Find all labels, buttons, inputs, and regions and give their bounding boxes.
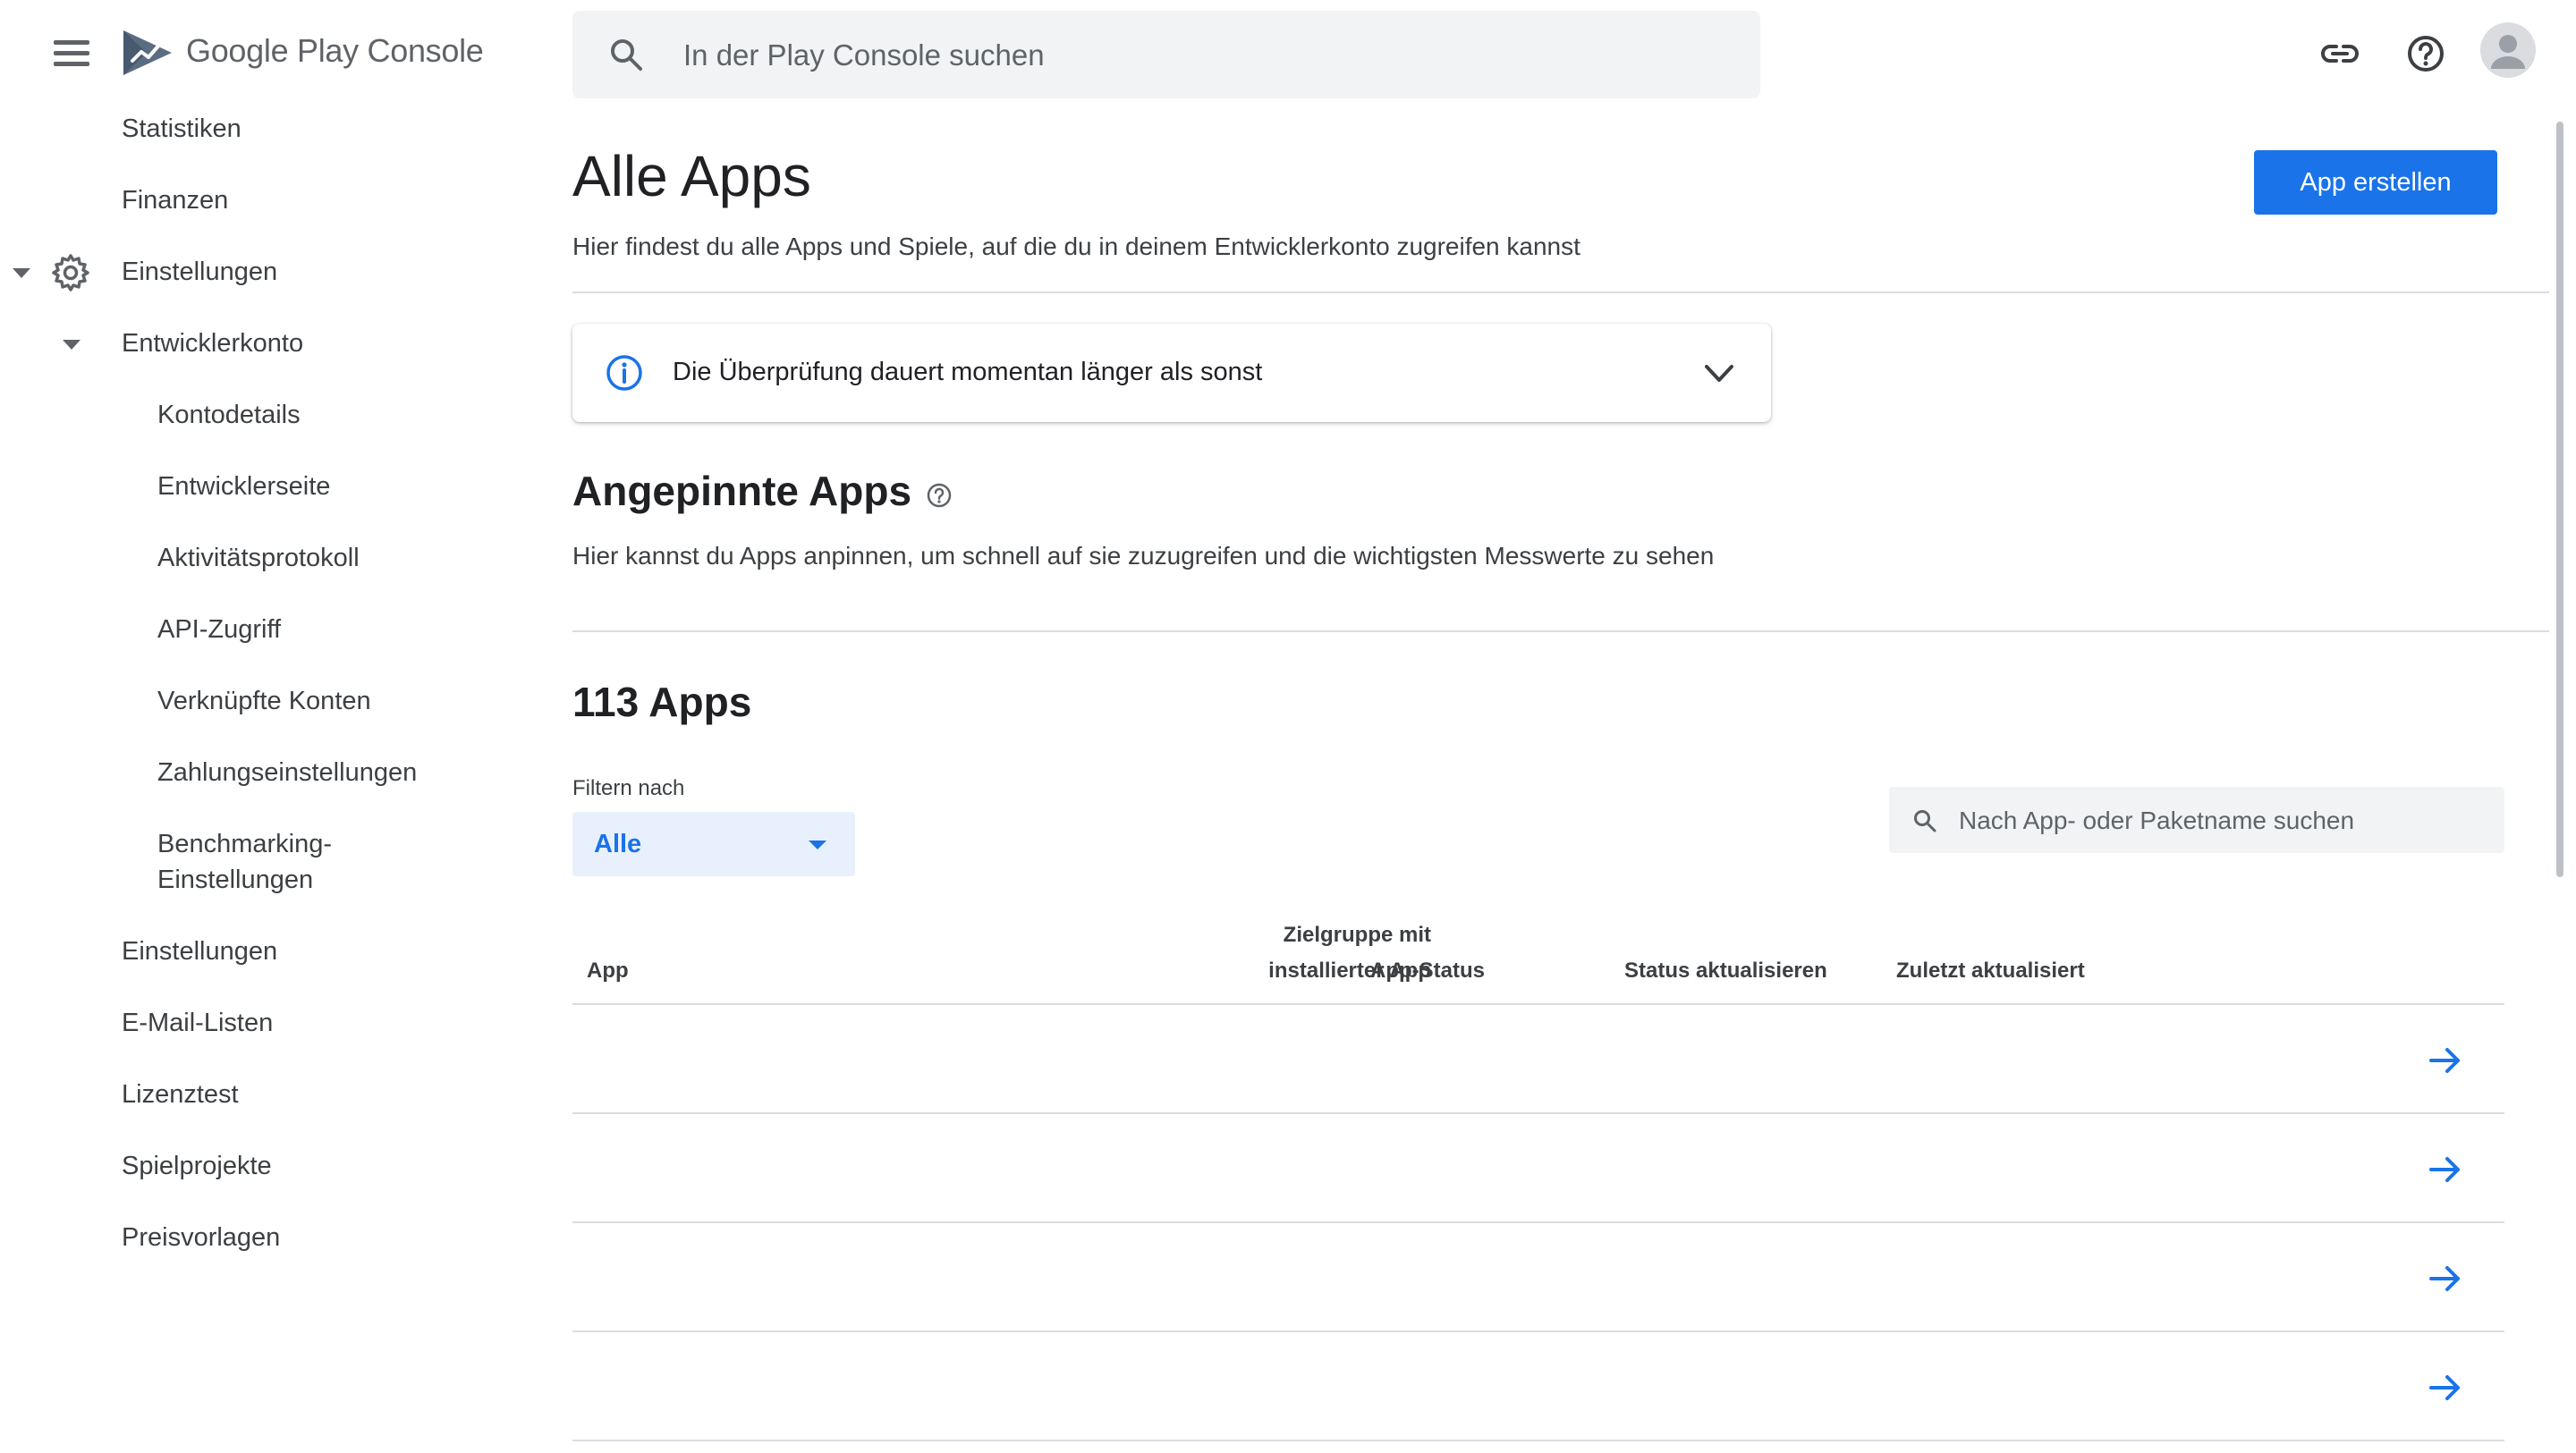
search-placeholder: In der Play Console suchen	[683, 38, 1045, 72]
scrollbar[interactable]	[2556, 122, 2563, 877]
column-header-audience-line1[interactable]: Zielgruppe mit	[1159, 917, 1431, 953]
expand-caret-icon[interactable]	[63, 340, 80, 350]
sidebar-item-benchmarking-line2[interactable]: Einstellungen	[157, 866, 313, 895]
menu-icon[interactable]	[48, 36, 95, 72]
help-icon[interactable]	[2402, 30, 2449, 77]
filter-select[interactable]: Alle	[572, 812, 855, 876]
divider	[572, 291, 2549, 293]
user-icon	[2491, 35, 2525, 69]
sidebar-item-lizenztest[interactable]: Lizenztest	[122, 1080, 239, 1110]
arrow-right-icon[interactable]	[2428, 1044, 2463, 1077]
arrow-right-icon[interactable]	[2428, 1153, 2463, 1186]
sidebar-item-finanzen[interactable]: Finanzen	[122, 186, 228, 215]
sidebar-item-zahlungseinstellungen[interactable]: Zahlungseinstellungen	[157, 758, 417, 788]
brand-name: Google Play Console	[186, 32, 484, 69]
pinned-apps-title: Angepinnte Apps	[572, 468, 912, 514]
play-console-logo	[123, 30, 172, 75]
sidebar-item-statistiken[interactable]: Statistiken	[122, 114, 242, 144]
chevron-down-icon[interactable]	[1701, 358, 1737, 390]
pinned-apps-description: Hier kannst du Apps anpinnen, um schnell…	[572, 542, 1715, 570]
column-header-app-status[interactable]: App-Status	[1370, 953, 1485, 989]
filter-value: Alle	[594, 830, 642, 858]
sidebar-item-api-zugriff[interactable]: API-Zugriff	[157, 615, 281, 645]
sidebar-item-entwicklerseite[interactable]: Entwicklerseite	[157, 472, 330, 502]
sidebar-item-entwicklerkonto[interactable]: Entwicklerkonto	[122, 329, 303, 359]
sidebar-item-einstellungen[interactable]: Einstellungen	[122, 258, 277, 287]
sidebar-item-benchmarking-line1[interactable]: Benchmarking-	[157, 830, 332, 859]
link-icon[interactable]	[2317, 30, 2363, 77]
table-row[interactable]	[572, 1005, 2504, 1112]
column-header-last-updated[interactable]: Zuletzt aktualisiert	[1896, 953, 2085, 989]
filter-label: Filtern nach	[572, 776, 685, 800]
info-icon	[606, 355, 642, 391]
apps-count-title: 113 Apps	[572, 679, 752, 725]
dropdown-caret-icon	[809, 841, 826, 849]
help-outline-icon[interactable]	[925, 481, 953, 510]
top-app-bar: Google Play Console In der Play Console …	[0, 0, 2576, 107]
sidebar-item-spielprojekte[interactable]: Spielprojekte	[122, 1152, 272, 1181]
sidebar-item-kontodetails[interactable]: Kontodetails	[157, 401, 301, 430]
sidebar-item-preisvorlagen[interactable]: Preisvorlagen	[122, 1223, 280, 1253]
search-icon	[1914, 810, 1936, 832]
avatar[interactable]	[2480, 22, 2536, 78]
app-search-placeholder: Nach App- oder Paketname suchen	[1959, 807, 2355, 834]
arrow-right-icon[interactable]	[2428, 1263, 2463, 1295]
arrow-right-icon[interactable]	[2428, 1372, 2463, 1404]
info-banner[interactable]: Die Überprüfung dauert momentan länger a…	[572, 324, 1771, 422]
global-search-input[interactable]: In der Play Console suchen	[572, 11, 1760, 98]
sidebar-item-aktivitaetsprotokoll[interactable]: Aktivitätsprotokoll	[157, 544, 360, 573]
create-app-button[interactable]: App erstellen	[2254, 150, 2497, 215]
expand-caret-icon[interactable]	[13, 268, 30, 278]
app-search-input[interactable]: Nach App- oder Paketname suchen	[1889, 787, 2504, 853]
table-divider	[572, 1440, 2504, 1441]
column-header-update-status[interactable]: Status aktualisieren	[1624, 953, 1827, 989]
divider	[572, 630, 2549, 632]
gear-icon	[52, 254, 89, 291]
search-icon	[611, 39, 642, 71]
column-header-app[interactable]: App	[587, 953, 629, 989]
page-title: Alle Apps	[572, 144, 811, 208]
table-row[interactable]	[572, 1114, 2504, 1221]
table-row[interactable]	[572, 1223, 2504, 1331]
table-row[interactable]	[572, 1332, 2504, 1440]
info-banner-text: Die Überprüfung dauert momentan länger a…	[673, 358, 1263, 386]
sidebar-item-email-listen[interactable]: E-Mail-Listen	[122, 1009, 273, 1038]
sidebar-item-verknuepfte-konten[interactable]: Verknüpfte Konten	[157, 687, 371, 716]
page-description: Hier findest du alle Apps und Spiele, au…	[572, 232, 1580, 260]
sidebar-item-einstellungen-2[interactable]: Einstellungen	[122, 937, 277, 967]
